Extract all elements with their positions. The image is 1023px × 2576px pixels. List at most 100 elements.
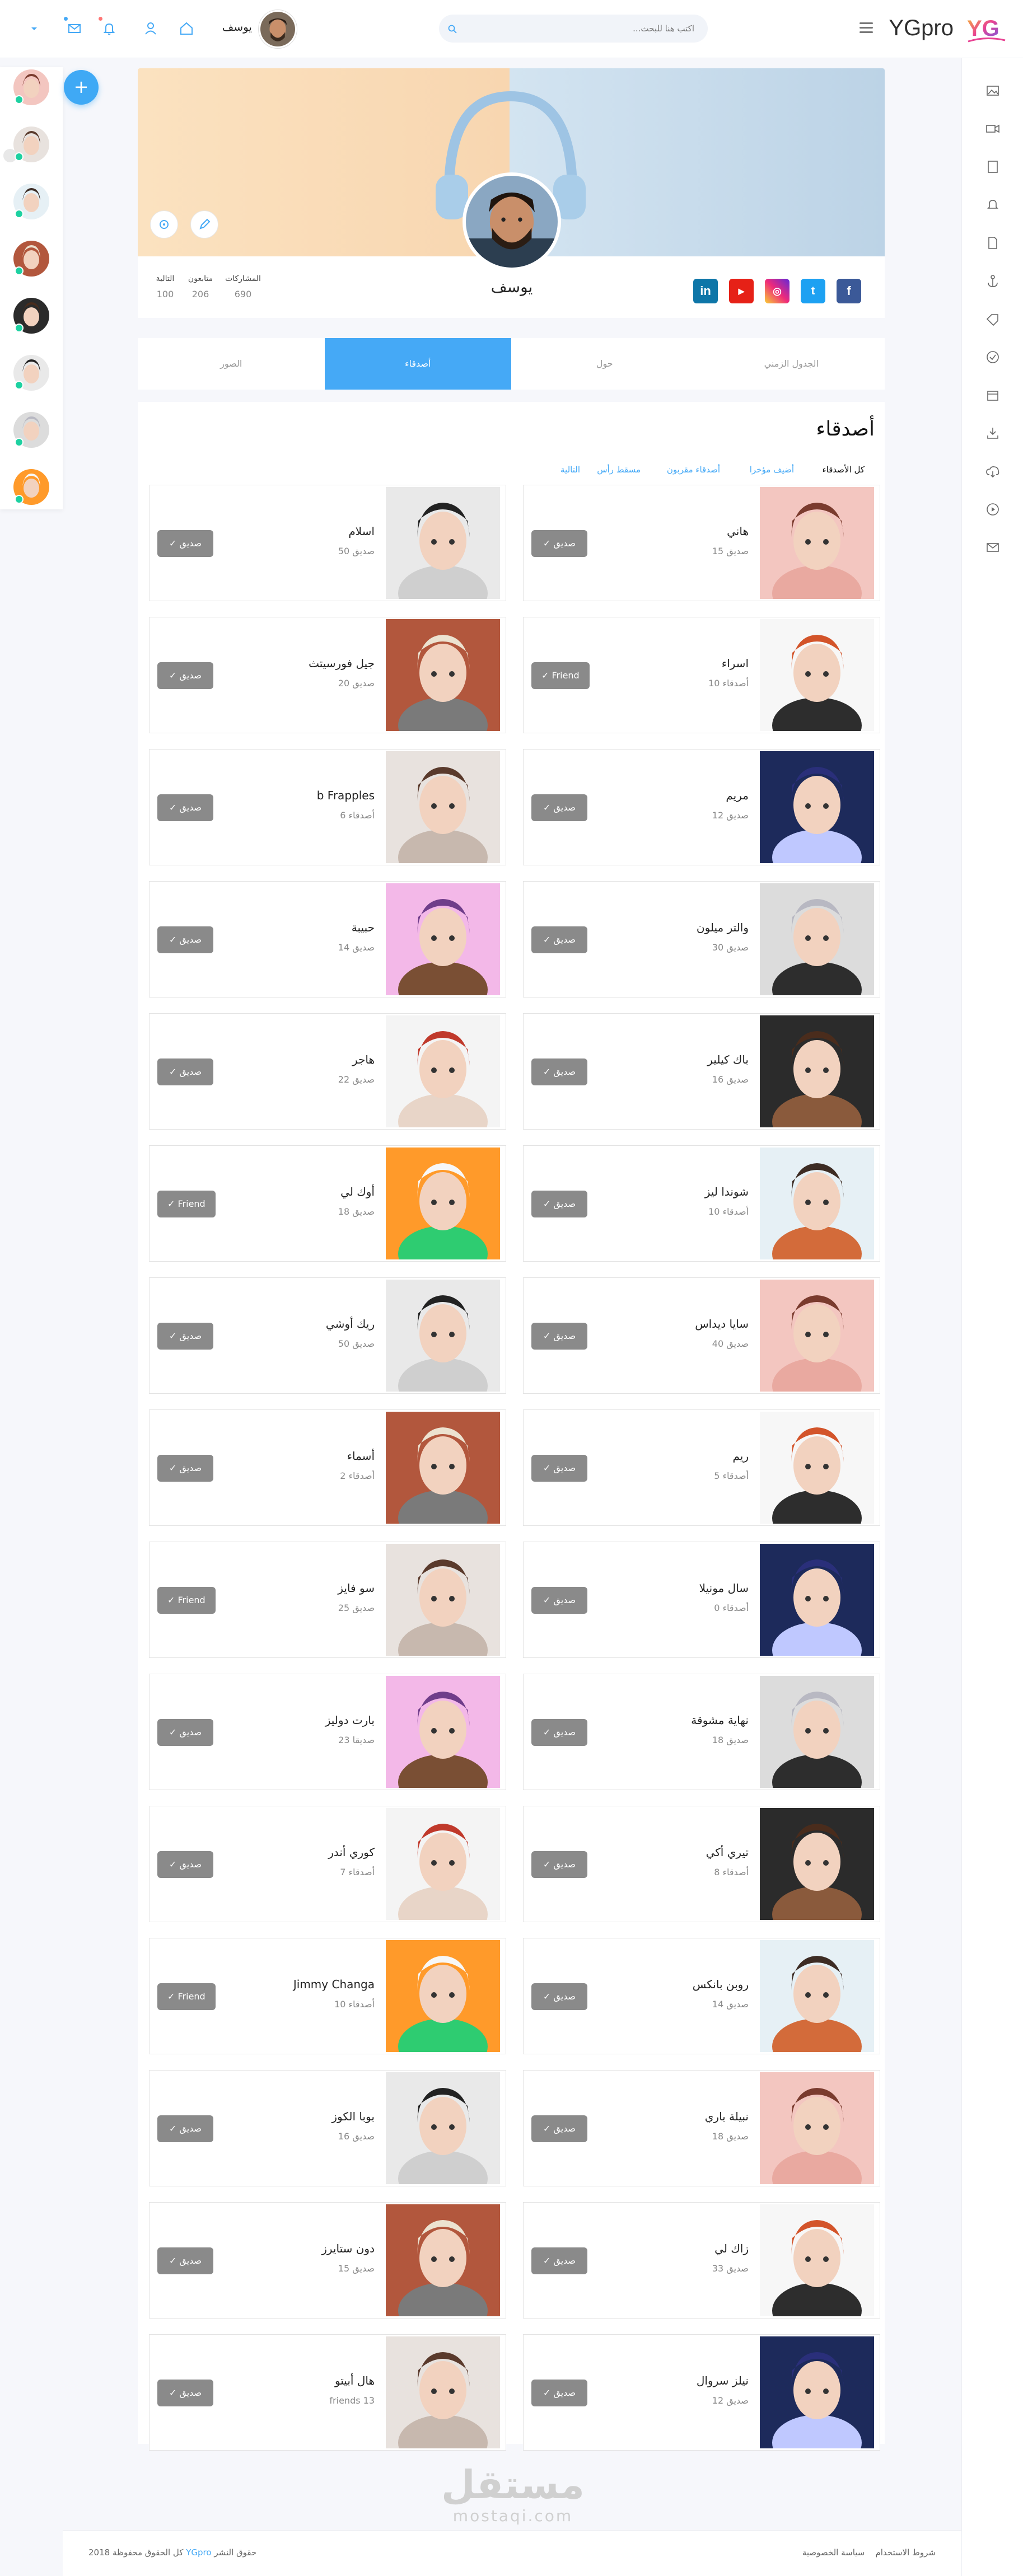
- friend-photo[interactable]: [760, 1544, 874, 1656]
- friend-photo[interactable]: [386, 1412, 500, 1524]
- friend-status-button[interactable]: ✓ صديق: [531, 1983, 587, 2010]
- friend-card[interactable]: سايا ديداس 40 صديق ✓ صديق: [523, 1277, 880, 1394]
- friend-name[interactable]: كوري أندر: [328, 1846, 375, 1859]
- friend-name[interactable]: نيلز سروال: [697, 2374, 749, 2387]
- image-icon[interactable]: [985, 83, 1001, 99]
- friend-status-button[interactable]: ✓ صديق: [157, 2247, 213, 2274]
- friend-card[interactable]: اسراء 10 أصدقاء ✓ Friend: [523, 617, 880, 733]
- friend-name[interactable]: سايا ديداس: [695, 1317, 749, 1331]
- friend-name[interactable]: سال مونيلا: [699, 1581, 749, 1595]
- friend-name[interactable]: دون ستايرز: [321, 2242, 375, 2255]
- friend-card[interactable]: زاك لي 33 صديق ✓ صديق: [523, 2202, 880, 2319]
- friend-photo[interactable]: [760, 1940, 874, 2052]
- friend-photo[interactable]: [386, 1148, 500, 1259]
- friend-name[interactable]: Jimmy Changa: [293, 1978, 375, 1991]
- friend-status-button[interactable]: ✓ صديق: [531, 926, 587, 953]
- file-icon[interactable]: [985, 235, 1001, 251]
- friend-card[interactable]: باك كيلير 16 صديق ✓ صديق: [523, 1013, 880, 1130]
- bell-icon[interactable]: [101, 20, 118, 37]
- friend-photo[interactable]: [386, 883, 500, 995]
- friend-name[interactable]: تيري أكي: [706, 1846, 749, 1859]
- friend-card[interactable]: هال أبيتو friends 13 ✓ صديق: [149, 2334, 506, 2451]
- friend-status-button[interactable]: ✓ صديق: [531, 794, 587, 821]
- friend-card[interactable]: نهاية مشوقة 18 صديق ✓ صديق: [523, 1674, 880, 1790]
- messages-wrapper[interactable]: [64, 17, 83, 37]
- friend-status-button[interactable]: ✓ Friend: [531, 662, 590, 689]
- friend-card[interactable]: والتر ميلون 30 صديق ✓ صديق: [523, 881, 880, 997]
- tab-friends[interactable]: أصدقاء: [324, 338, 511, 390]
- friend-photo[interactable]: [386, 751, 500, 863]
- friend-name[interactable]: مريم: [726, 789, 749, 802]
- friend-status-button[interactable]: ✓ صديق: [531, 1191, 587, 1217]
- video-icon[interactable]: [985, 121, 1001, 137]
- friend-photo[interactable]: [760, 2204, 874, 2316]
- search-icon[interactable]: [448, 25, 457, 34]
- brand-name[interactable]: YGpro: [889, 16, 954, 41]
- friend-status-button[interactable]: ✓ صديق: [531, 530, 587, 557]
- play-circle-icon[interactable]: [985, 502, 1001, 517]
- tab-photos[interactable]: الصور: [138, 338, 325, 390]
- friend-photo[interactable]: [760, 1412, 874, 1524]
- friend-name[interactable]: أسماء: [347, 1449, 375, 1463]
- friend-photo[interactable]: [760, 619, 874, 731]
- friend-name[interactable]: والتر ميلون: [697, 921, 749, 934]
- friend-photo[interactable]: [760, 1148, 874, 1259]
- friend-name[interactable]: بارت دوليز: [325, 1713, 375, 1727]
- friend-photo[interactable]: [760, 1808, 874, 1920]
- envelope-icon[interactable]: [66, 20, 83, 37]
- friend-status-button[interactable]: ✓ صديق: [531, 1587, 587, 1614]
- friend-photo[interactable]: [760, 1280, 874, 1392]
- friend-name[interactable]: حبيبة: [352, 921, 375, 934]
- top-username[interactable]: يوسف: [213, 20, 252, 34]
- check-circle-icon[interactable]: [985, 349, 1001, 365]
- cloud-download-icon[interactable]: [985, 463, 1001, 479]
- friend-card[interactable]: سو فايز 25 صديق ✓ Friend: [149, 1542, 506, 1658]
- friend-photo[interactable]: [386, 1544, 500, 1656]
- friend-card[interactable]: Jimmy Changa 10 أصدقاء ✓ Friend: [149, 1938, 506, 2054]
- friend-status-button[interactable]: ✓ Friend: [157, 1587, 216, 1614]
- friend-card[interactable]: روبن بانكس 14 صديق ✓ صديق: [523, 1938, 880, 2054]
- friend-card[interactable]: سال مونيلا 0 أصدقاء ✓ صديق: [523, 1542, 880, 1658]
- friend-name[interactable]: نبيلة باري: [705, 2110, 749, 2123]
- friend-name[interactable]: ريك أوشي: [326, 1317, 375, 1331]
- filter-hometown[interactable]: مسقط رأس: [597, 465, 641, 475]
- facebook-icon[interactable]: f: [837, 279, 861, 303]
- friend-photo[interactable]: [760, 2072, 874, 2184]
- friend-name[interactable]: جيل فورسيتث: [309, 657, 375, 670]
- friend-name[interactable]: اسلام: [348, 524, 375, 538]
- friend-card[interactable]: اسلام 50 صديق ✓ صديق: [149, 485, 506, 601]
- friend-status-button[interactable]: ✓ صديق: [157, 1719, 213, 1746]
- tab-about[interactable]: حول: [511, 338, 698, 390]
- friend-name[interactable]: هال أبيتو: [335, 2374, 375, 2387]
- friend-name[interactable]: ريم: [732, 1449, 749, 1463]
- friend-name[interactable]: روبن بانكس: [693, 1978, 749, 1991]
- friend-card[interactable]: دون ستايرز 15 صديق ✓ صديق: [149, 2202, 506, 2319]
- friend-status-button[interactable]: ✓ صديق: [157, 1323, 213, 1350]
- friend-photo[interactable]: [760, 751, 874, 863]
- friend-name[interactable]: زاك لي: [714, 2242, 749, 2255]
- friend-card[interactable]: مريم 12 صديق ✓ صديق: [523, 749, 880, 865]
- friend-photo[interactable]: [386, 2204, 500, 2316]
- friend-status-button[interactable]: ✓ صديق: [531, 2247, 587, 2274]
- add-button[interactable]: +: [64, 70, 99, 105]
- friend-photo[interactable]: [386, 1280, 500, 1392]
- friend-photo[interactable]: [386, 1940, 500, 2052]
- book-icon[interactable]: [985, 159, 1001, 175]
- friend-photo[interactable]: [386, 1015, 500, 1127]
- search-input[interactable]: [459, 15, 694, 43]
- friend-photo[interactable]: [386, 1676, 500, 1788]
- friend-photo[interactable]: [386, 2336, 500, 2448]
- friend-name[interactable]: b Frapples: [317, 789, 375, 802]
- download-tray-icon[interactable]: [985, 425, 1001, 441]
- friend-status-button[interactable]: ✓ صديق: [157, 662, 213, 689]
- friend-card[interactable]: ريك أوشي 50 صديق ✓ صديق: [149, 1277, 506, 1394]
- twitter-icon[interactable]: t: [801, 279, 825, 303]
- friend-name[interactable]: أوك لي: [340, 1185, 375, 1198]
- friend-status-button[interactable]: ✓ صديق: [157, 1851, 213, 1878]
- friend-status-button[interactable]: ✓ صديق: [531, 2115, 587, 2142]
- friend-name[interactable]: هاني: [727, 524, 749, 538]
- edit-button[interactable]: [190, 210, 218, 238]
- friend-card[interactable]: تيري أكي 8 أصدقاء ✓ صديق: [523, 1806, 880, 1922]
- friend-photo[interactable]: [760, 487, 874, 599]
- friend-name[interactable]: اسراء: [722, 657, 749, 670]
